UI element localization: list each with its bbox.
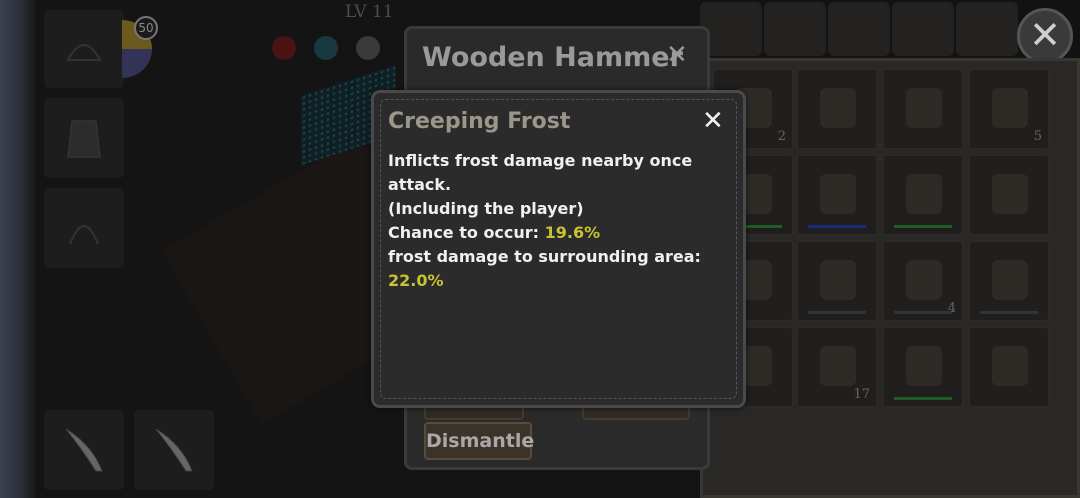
inventory-tab-5[interactable] [956, 2, 1018, 56]
inventory-slot-shovel[interactable] [968, 240, 1050, 322]
scroll-icon [820, 88, 856, 128]
gear-icon [992, 88, 1028, 128]
durability-bar [894, 311, 952, 314]
player-level: LV 11 [345, 2, 394, 22]
item-count: 17 [853, 387, 870, 402]
tooltip-description: Inflicts frost damage nearby once attack… [388, 149, 738, 293]
armor-icon [67, 120, 101, 158]
helmet-icon [66, 44, 102, 61]
inventory-slot-bone-wand[interactable] [796, 240, 878, 322]
inventory-slot-fishing-rod[interactable] [968, 154, 1050, 236]
inventory-slot-wood-planks[interactable] [882, 154, 964, 236]
equip-slot-head[interactable] [44, 10, 124, 88]
durability-bar [894, 225, 952, 228]
screen-edge [0, 0, 36, 498]
tooltip-line-2: (Including the player) [388, 199, 584, 218]
equip-slot-body[interactable] [44, 98, 124, 178]
chance-label: Chance to occur: [388, 223, 545, 242]
wind-status-icon [356, 36, 380, 60]
grass-bundle-icon [820, 346, 856, 386]
durability-bar [808, 225, 866, 228]
pants-icon [69, 225, 99, 245]
inventory-slot-banana[interactable] [882, 326, 964, 408]
area-label: frost damage to surrounding area: [388, 247, 701, 266]
tooltip-line-1: Inflicts frost damage nearby once attack… [388, 151, 693, 194]
key-icon [992, 346, 1028, 386]
durability-bar [980, 311, 1038, 314]
item-count: 2 [777, 129, 786, 144]
inventory-slot-gear[interactable]: 5 [968, 68, 1050, 150]
water-status-icon [314, 36, 338, 60]
item-title: Wooden Hammer [422, 42, 683, 73]
shovel-icon [992, 260, 1028, 300]
inventory-slot-axe[interactable] [882, 68, 964, 150]
inventory-tab-2[interactable] [764, 2, 826, 56]
tooltip-title: Creeping Frost [388, 109, 571, 134]
weapon-slot-2[interactable] [134, 410, 214, 490]
fishing-rod-icon [992, 174, 1028, 214]
weapon-slot-1[interactable] [44, 410, 124, 490]
count-badge: 50 [134, 16, 158, 40]
equip-slot-legs[interactable] [44, 188, 124, 268]
fire-status-icon [272, 36, 296, 60]
hay-bundle-icon [906, 260, 942, 300]
inventory-slot-water-flask[interactable] [796, 154, 878, 236]
tooltip-close-button[interactable]: ✕ [702, 106, 724, 136]
chance-value: 19.6% [544, 223, 601, 242]
dismantle-button[interactable]: Dismantle [424, 422, 534, 460]
inventory-slot-hay-bundle[interactable]: 4 [882, 240, 964, 322]
durability-bar [808, 311, 866, 314]
banana-icon [906, 346, 942, 386]
item-count: 5 [1033, 129, 1042, 144]
inventory-tab-3[interactable] [828, 2, 890, 56]
wood-planks-icon [906, 174, 942, 214]
tooltip-area: frost damage to surrounding area: 22.0% [388, 245, 738, 293]
water-flask-icon [820, 174, 856, 214]
bone-wand-icon [820, 260, 856, 300]
area-value: 22.0% [388, 271, 444, 290]
inventory-slot-scroll[interactable] [796, 68, 878, 150]
durability-bar [894, 397, 952, 400]
knife-icon [155, 428, 193, 472]
tooltip-chance: Chance to occur: 19.6% [388, 221, 738, 245]
inventory-tab-4[interactable] [892, 2, 954, 56]
inventory-slot-key[interactable] [968, 326, 1050, 408]
inventory-slot-grass-bundle[interactable]: 17 [796, 326, 878, 408]
inventory-close-button[interactable]: ✕ [1017, 8, 1073, 64]
item-count: 4 [947, 301, 956, 316]
knife-icon [65, 428, 103, 472]
axe-icon [906, 88, 942, 128]
item-close-button[interactable]: ✕ [666, 40, 688, 70]
